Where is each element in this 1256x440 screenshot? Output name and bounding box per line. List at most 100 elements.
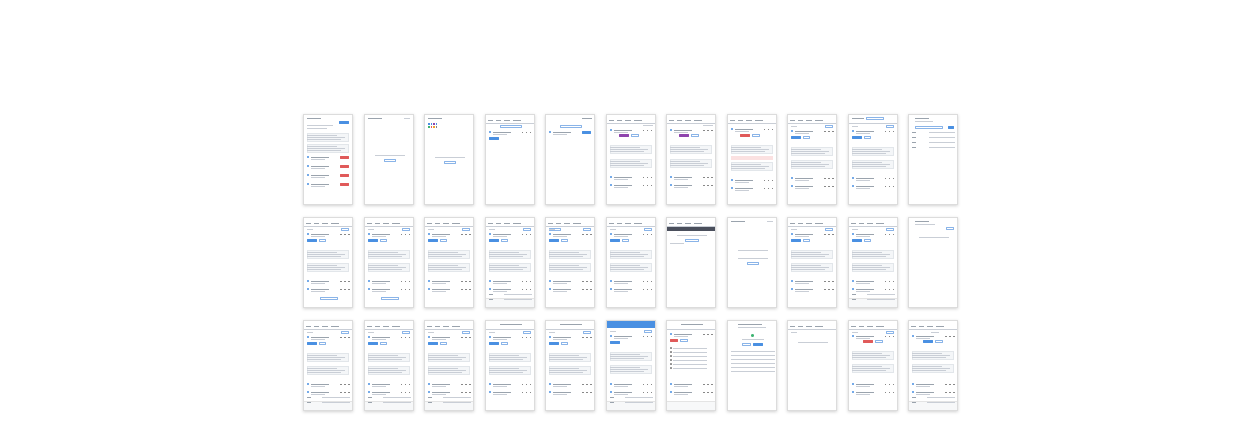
tab[interactable]	[858, 222, 864, 224]
action-icon[interactable]	[340, 280, 342, 282]
action-icon[interactable]	[650, 391, 652, 393]
tab[interactable]	[548, 222, 553, 224]
tab[interactable]	[382, 222, 389, 224]
action-icon[interactable]	[949, 335, 951, 337]
action-icon[interactable]	[525, 233, 527, 235]
action-icon[interactable]	[348, 288, 350, 290]
action-button[interactable]	[685, 239, 699, 242]
action-icon[interactable]	[461, 391, 463, 393]
primary-button[interactable]	[488, 239, 499, 242]
action-icon[interactable]	[525, 391, 527, 393]
action-icon[interactable]	[707, 391, 709, 393]
action-icon[interactable]	[707, 333, 709, 335]
action-icon[interactable]	[824, 130, 826, 132]
tab[interactable]	[331, 325, 339, 327]
tab[interactable]	[452, 325, 460, 327]
new-button[interactable]	[583, 331, 591, 334]
secondary-button[interactable]	[863, 136, 871, 139]
tab[interactable]	[608, 222, 614, 224]
action-icon[interactable]	[582, 233, 584, 235]
action-icon[interactable]	[529, 391, 531, 393]
action-icon[interactable]	[888, 177, 890, 179]
action-icon[interactable]	[408, 280, 410, 282]
action-icon[interactable]	[340, 383, 342, 385]
primary-button[interactable]	[549, 342, 559, 345]
action-icon[interactable]	[461, 288, 463, 290]
filter-button[interactable]	[499, 125, 522, 128]
action-icon[interactable]	[703, 184, 705, 186]
action-icon[interactable]	[650, 129, 652, 131]
new-button[interactable]	[643, 228, 652, 231]
new-button[interactable]	[341, 228, 349, 231]
tab[interactable]	[314, 222, 319, 224]
action-icon[interactable]	[529, 383, 531, 385]
tab[interactable]	[919, 325, 924, 327]
secondary-button[interactable]	[379, 239, 387, 242]
action-icon[interactable]	[529, 233, 531, 235]
action-icon[interactable]	[590, 280, 592, 282]
new-button[interactable]	[946, 227, 954, 230]
tab[interactable]	[487, 119, 493, 121]
tab[interactable]	[382, 325, 389, 327]
primary-button[interactable]	[609, 341, 620, 344]
tab[interactable]	[694, 222, 702, 224]
action-icon[interactable]	[832, 185, 834, 187]
action-icon[interactable]	[884, 288, 886, 290]
action-icon[interactable]	[465, 336, 467, 338]
tag-button[interactable]	[670, 339, 678, 342]
action-icon[interactable]	[892, 335, 894, 337]
tab[interactable]	[729, 119, 735, 121]
action-icon[interactable]	[582, 383, 584, 385]
action-icon[interactable]	[703, 333, 705, 335]
row-button[interactable]	[340, 165, 349, 168]
tab[interactable]	[322, 222, 328, 224]
tab[interactable]	[443, 325, 449, 327]
action-icon[interactable]	[884, 177, 886, 179]
action-icon[interactable]	[953, 335, 955, 337]
action-icon[interactable]	[650, 233, 652, 235]
new-button[interactable]	[885, 228, 894, 231]
action-icon[interactable]	[884, 233, 886, 235]
action-icon[interactable]	[707, 129, 709, 131]
color-swatch[interactable]	[435, 123, 437, 125]
action-icon[interactable]	[703, 383, 705, 385]
search-box[interactable]	[865, 117, 884, 120]
screen-thumbnail[interactable]	[363, 217, 414, 308]
action-icon[interactable]	[344, 288, 346, 290]
primary-button[interactable]	[307, 239, 317, 242]
action-icon[interactable]	[646, 288, 648, 290]
screen-thumbnail[interactable]	[484, 320, 535, 411]
action-icon[interactable]	[590, 288, 592, 290]
action-icon[interactable]	[892, 288, 894, 290]
action-icon[interactable]	[404, 391, 406, 393]
color-swatch[interactable]	[433, 123, 435, 125]
action-icon[interactable]	[521, 233, 523, 235]
tab[interactable]	[694, 119, 702, 121]
primary-button[interactable]	[851, 136, 862, 139]
color-swatch[interactable]	[428, 123, 430, 125]
secondary-button[interactable]	[379, 342, 387, 345]
tab[interactable]	[850, 325, 856, 327]
action-icon[interactable]	[953, 391, 955, 393]
color-swatch[interactable]	[430, 123, 432, 125]
tab[interactable]	[790, 119, 795, 121]
tab[interactable]	[503, 119, 510, 121]
row-button[interactable]	[340, 174, 349, 177]
color-swatch[interactable]	[433, 126, 435, 128]
secondary-button[interactable]	[741, 343, 751, 346]
primary-button[interactable]	[367, 239, 378, 242]
secondary-button[interactable]	[561, 342, 568, 345]
tab[interactable]	[790, 325, 795, 327]
tab[interactable]	[790, 222, 795, 224]
primary-button[interactable]	[549, 239, 559, 242]
primary-button[interactable]	[791, 136, 801, 139]
secondary-button[interactable]	[440, 342, 447, 345]
tab[interactable]	[624, 222, 631, 224]
action-icon[interactable]	[888, 335, 890, 337]
secondary-button[interactable]	[803, 239, 810, 242]
action-icon[interactable]	[400, 336, 402, 338]
screen-thumbnail[interactable]	[666, 320, 716, 411]
action-icon[interactable]	[767, 179, 769, 181]
action-icon[interactable]	[642, 233, 644, 235]
action-icon[interactable]	[646, 176, 648, 178]
